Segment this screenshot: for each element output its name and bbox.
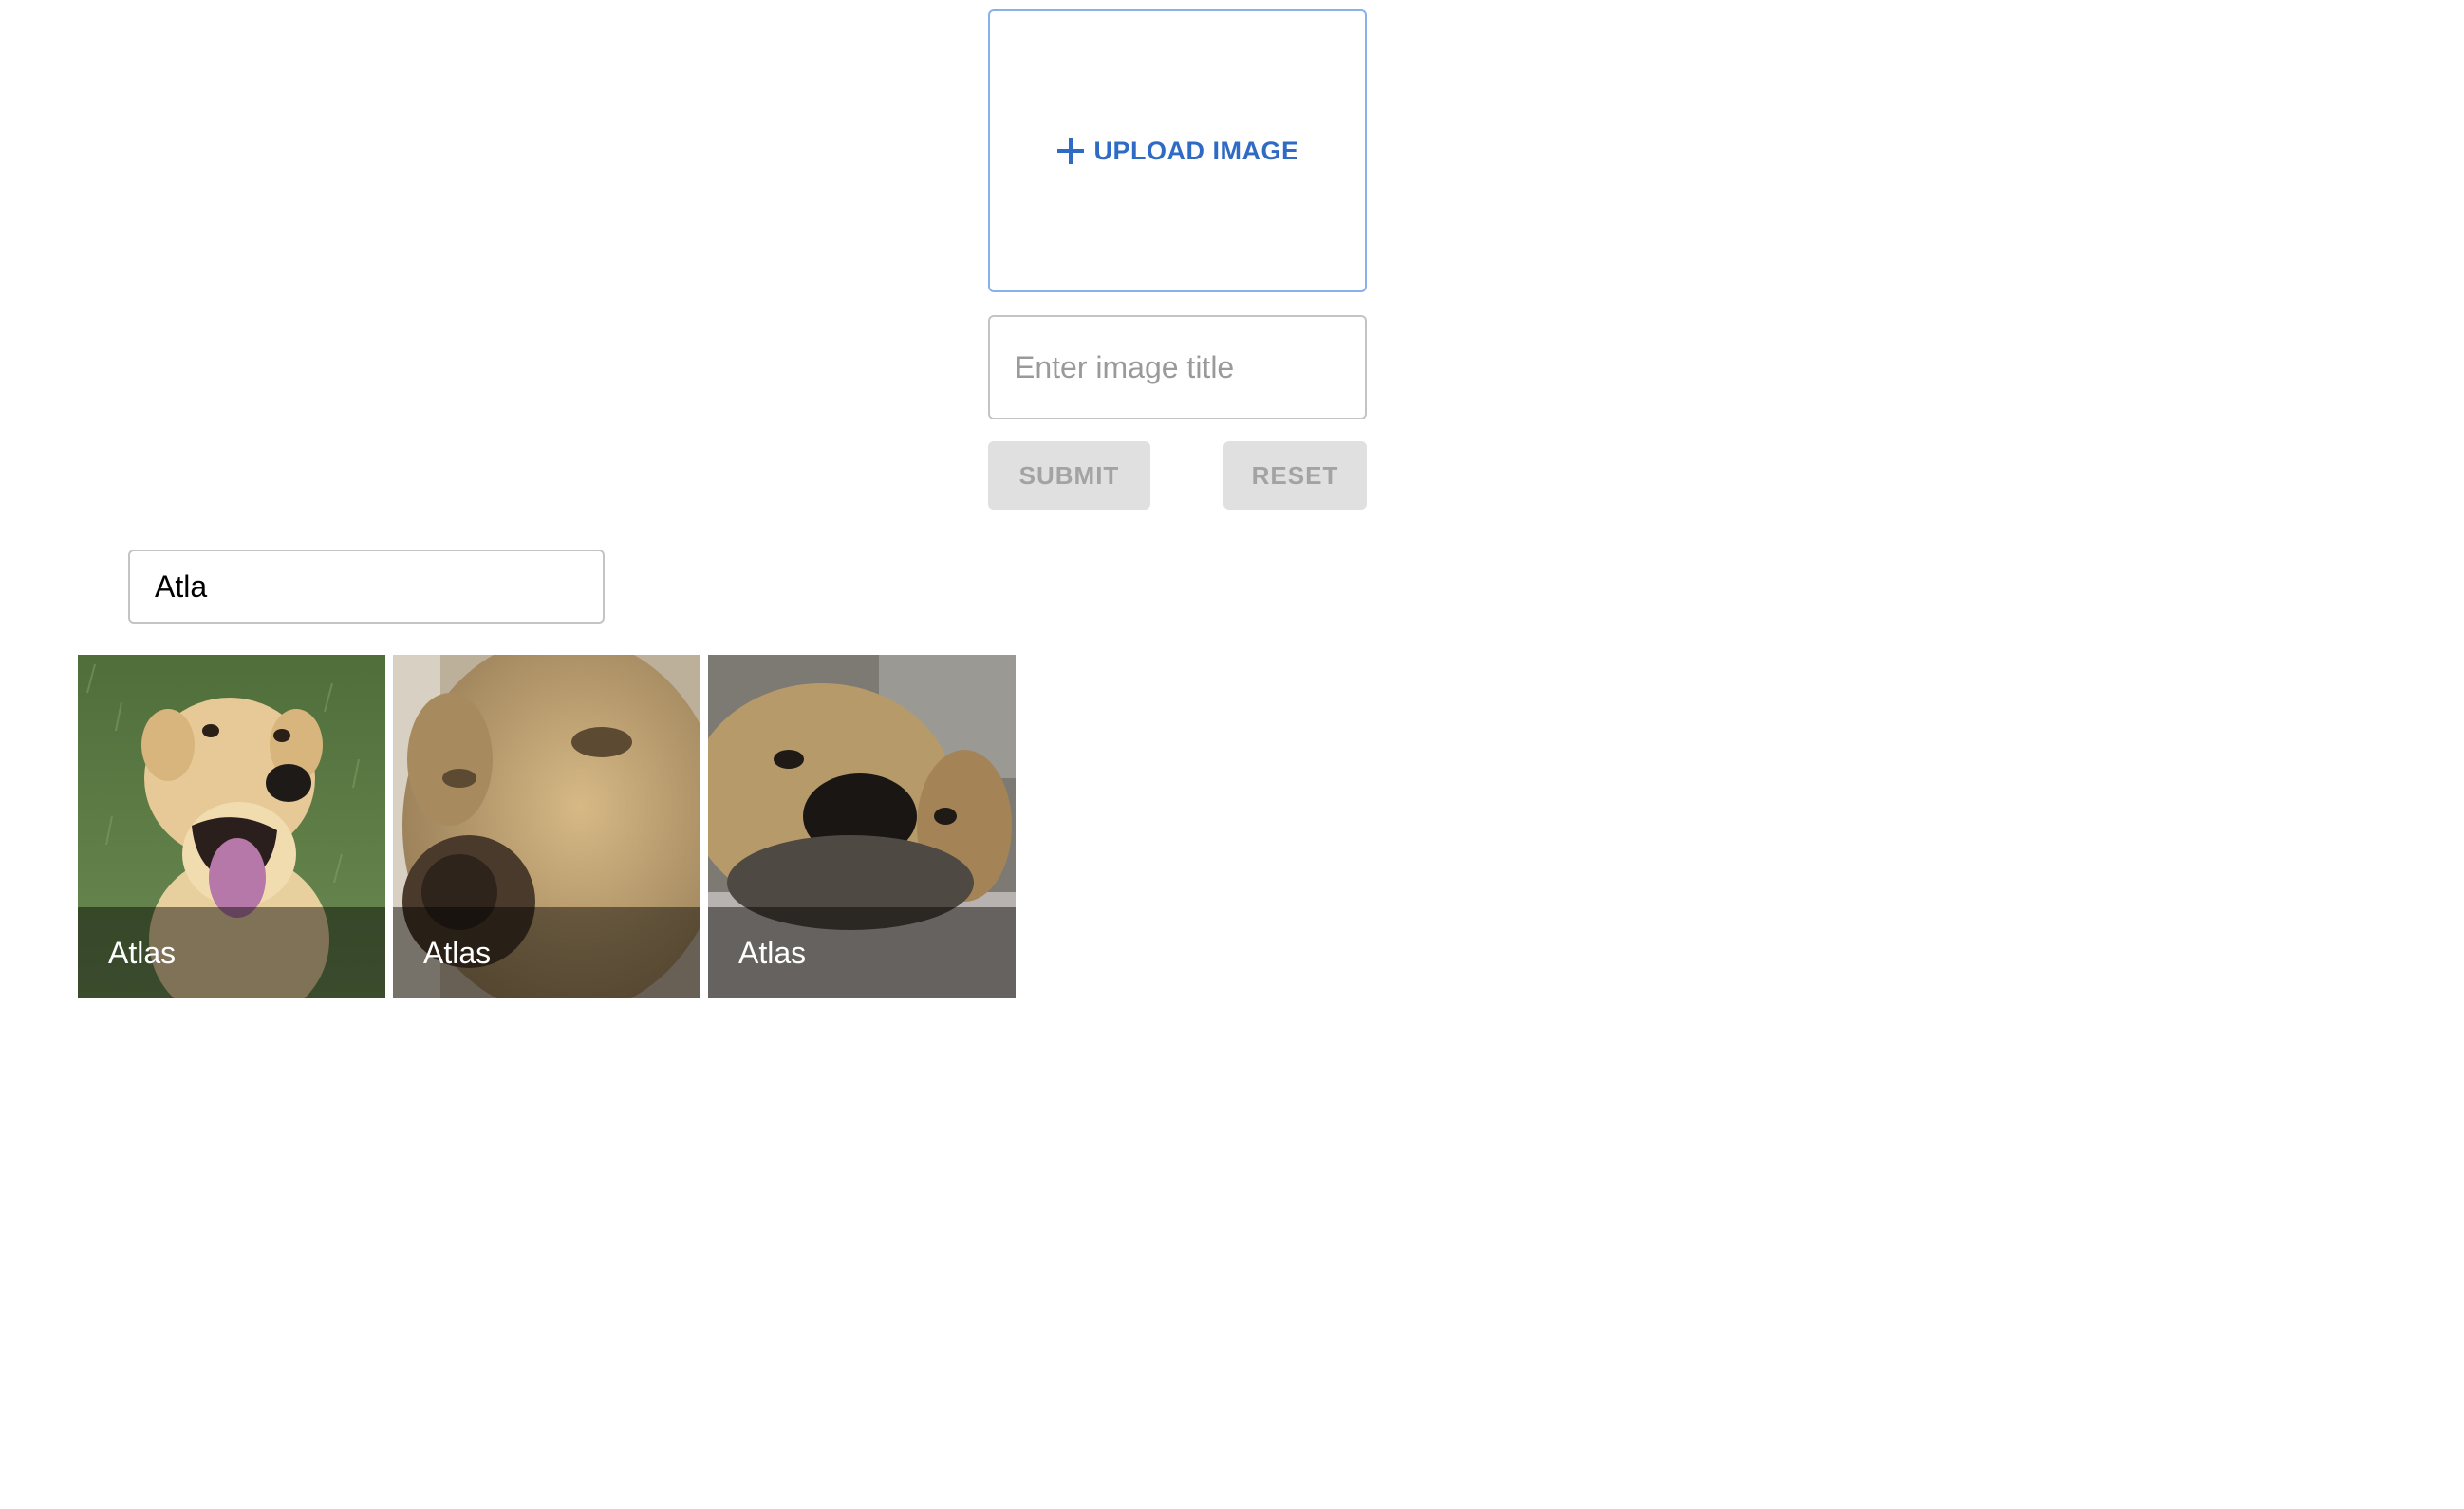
image-title-input[interactable]: [988, 315, 1367, 419]
caption-bar: Atlas: [78, 907, 385, 998]
caption-bar: Atlas: [708, 907, 1016, 998]
reset-button[interactable]: RESET: [1223, 441, 1367, 510]
gallery-tile[interactable]: Atlas: [708, 655, 1016, 998]
caption-bar: Atlas: [393, 907, 700, 998]
gallery-caption: Atlas: [738, 935, 807, 970]
image-gallery: Atlas Atlas Atlas: [78, 655, 1016, 998]
plus-icon: [1055, 136, 1086, 166]
submit-button[interactable]: SUBMIT: [988, 441, 1150, 510]
gallery-caption: Atlas: [108, 935, 177, 970]
upload-image-label: UPLOAD IMAGE: [1093, 136, 1299, 165]
gallery-tile[interactable]: Atlas: [393, 655, 700, 998]
upload-image-button[interactable]: UPLOAD IMAGE: [1055, 136, 1298, 166]
gallery-caption: Atlas: [423, 935, 492, 970]
search-input[interactable]: [128, 550, 605, 624]
gallery-tile[interactable]: Atlas: [78, 655, 385, 998]
page: UPLOAD IMAGE SUBMIT RESET: [0, 0, 2464, 1509]
upload-image-dropzone[interactable]: UPLOAD IMAGE: [988, 9, 1367, 292]
